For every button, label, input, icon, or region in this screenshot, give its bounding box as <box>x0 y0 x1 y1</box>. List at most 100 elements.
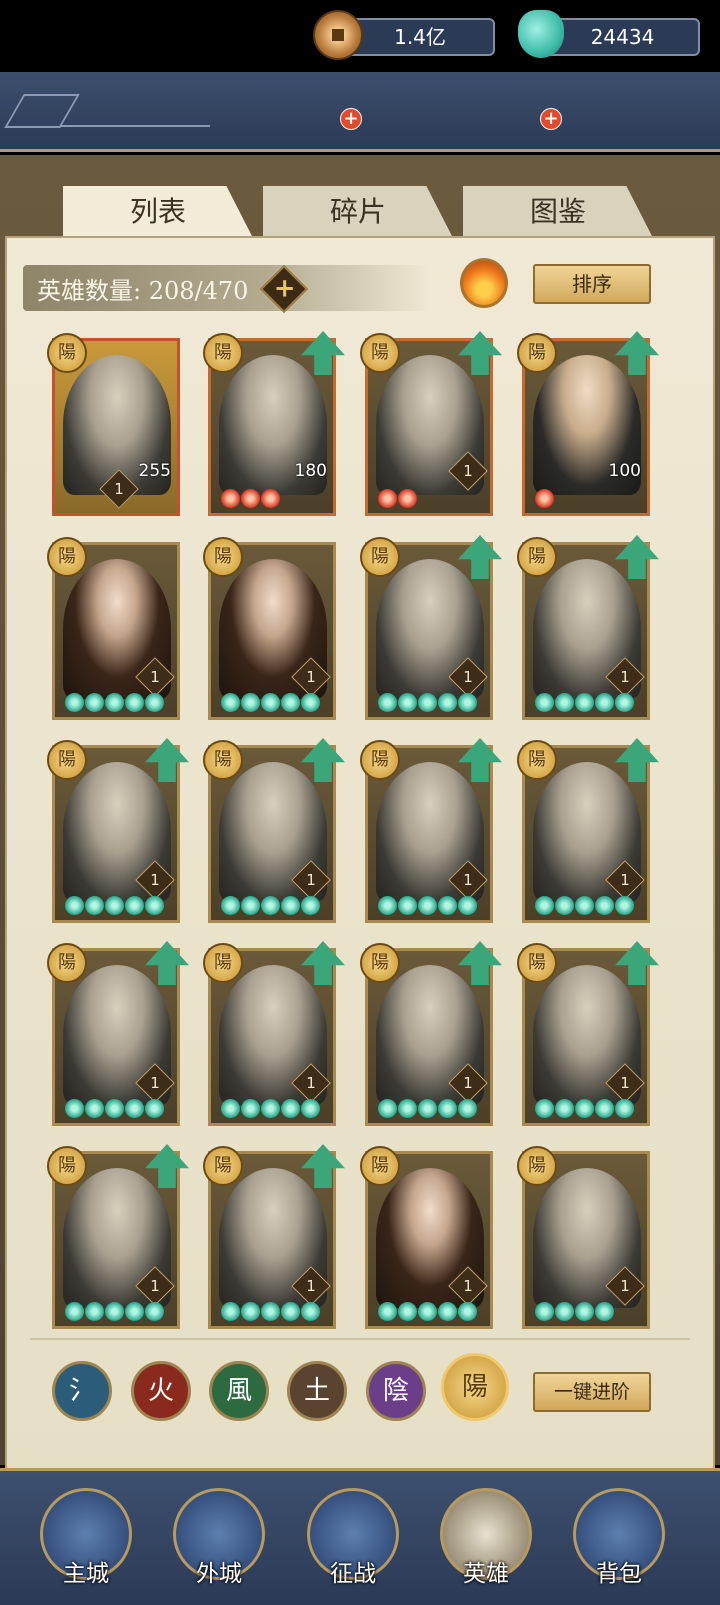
hero-level: 1 <box>620 1074 630 1092</box>
hero-level: 1 <box>620 1277 630 1295</box>
star-gem-icon <box>555 693 574 712</box>
star-gem-icon <box>125 896 144 915</box>
star-gem-icon <box>438 693 457 712</box>
jade-pouch-icon[interactable] <box>518 10 564 58</box>
hero-card[interactable]: 陽1 <box>203 941 345 1126</box>
star-gem-icon <box>378 896 397 915</box>
star-gem-icon <box>241 489 260 508</box>
hero-card[interactable]: 陽 100 <box>517 331 659 516</box>
star-gem-icon <box>241 896 260 915</box>
star-gem-icon <box>281 1302 300 1321</box>
coin-counter: 1.4亿 <box>345 18 495 56</box>
hero-card[interactable]: 陽1 <box>360 941 502 1126</box>
star-gem-icon <box>575 1099 594 1118</box>
hero-level: 1 <box>463 1074 473 1092</box>
star-gem-icon <box>261 489 280 508</box>
star-gem-icon <box>85 896 104 915</box>
hero-card[interactable]: 陽1 <box>203 738 345 923</box>
star-gem-icon <box>221 896 240 915</box>
hero-card[interactable]: 陽1 <box>47 941 189 1126</box>
corner-ornament <box>4 94 80 128</box>
star-gems <box>221 489 281 509</box>
hero-card[interactable]: 陽1 <box>517 535 659 720</box>
star-gem-icon <box>418 693 437 712</box>
hero-card[interactable]: 陽1 <box>47 537 180 720</box>
star-gems <box>378 1099 478 1119</box>
add-coins-button[interactable]: + <box>340 108 362 130</box>
jade-counter: 24434 <box>545 18 700 56</box>
star-gem-icon <box>105 693 124 712</box>
star-gem-icon <box>378 1302 397 1321</box>
hero-card[interactable]: 陽1 <box>47 738 189 923</box>
earth-element-filter[interactable]: 土 <box>287 1361 347 1421</box>
star-gem-icon <box>378 693 397 712</box>
yang-element-filter[interactable]: 陽 <box>441 1353 509 1421</box>
hero-card[interactable]: 陽1 <box>517 941 659 1126</box>
hero-card[interactable]: 陽 180 <box>203 331 345 516</box>
hero-card[interactable]: 陽1 <box>47 1144 189 1329</box>
hero-card[interactable]: 陽1 <box>517 738 659 923</box>
sort-button[interactable]: 排序 <box>533 264 651 304</box>
star-gem-icon <box>555 1099 574 1118</box>
add-jade-button[interactable]: + <box>540 108 562 130</box>
yang-element-badge: 陽 <box>47 537 87 577</box>
star-gem-icon <box>145 1099 164 1118</box>
hero-card[interactable]: 陽 255 1 <box>47 333 180 516</box>
nav-outer-city[interactable]: 外城 <box>173 1488 265 1588</box>
star-gem-icon <box>595 1099 614 1118</box>
hero-card[interactable]: 陽1 <box>203 537 336 720</box>
tab-list[interactable]: 列表 <box>63 186 253 238</box>
star-gem-icon <box>458 693 477 712</box>
star-gem-icon <box>241 1099 260 1118</box>
hero-level: 1 <box>620 871 630 889</box>
nav-label: 征战 <box>330 1561 376 1587</box>
hero-count-label: 英雄数量: 208/470 <box>37 277 249 305</box>
nav-backpack[interactable]: 背包 <box>573 1488 665 1588</box>
wind-element-filter[interactable]: 風 <box>209 1361 269 1421</box>
hero-level: 1 <box>306 1277 316 1295</box>
copper-coin-icon[interactable] <box>313 10 363 60</box>
nav-main-city[interactable]: 主城 <box>40 1488 132 1588</box>
yang-element-badge: 陽 <box>517 537 557 577</box>
star-gem-icon <box>261 896 280 915</box>
hero-card[interactable]: 陽1 <box>517 1146 650 1329</box>
fire-element-filter[interactable]: 火 <box>131 1361 191 1421</box>
hero-card[interactable]: 陽1 <box>360 535 502 720</box>
advance-all-button[interactable]: 一键进阶 <box>533 1372 651 1412</box>
shelf-divider <box>30 1338 690 1340</box>
star-gem-icon <box>65 1302 84 1321</box>
star-gems <box>65 896 165 916</box>
yang-element-badge: 陽 <box>47 740 87 780</box>
hero-card[interactable]: 陽1 <box>360 331 502 516</box>
star-gem-icon <box>221 489 240 508</box>
star-gems <box>378 489 418 509</box>
hero-level: 1 <box>463 1277 473 1295</box>
yang-element-badge: 陽 <box>203 1146 243 1186</box>
yang-element-badge: 陽 <box>203 537 243 577</box>
star-gem-icon <box>458 896 477 915</box>
hero-card[interactable]: 陽1 <box>203 1144 345 1329</box>
star-gem-icon <box>535 1302 554 1321</box>
tab-fragments[interactable]: 碎片 <box>263 186 453 238</box>
star-gem-icon <box>65 896 84 915</box>
nav-campaign[interactable]: 征战 <box>307 1488 399 1588</box>
yin-element-filter[interactable]: 陰 <box>366 1361 426 1421</box>
tab-codex[interactable]: 图鉴 <box>463 186 653 238</box>
nav-label: 外城 <box>196 1561 242 1587</box>
hero-level: 1 <box>306 668 316 686</box>
star-gem-icon <box>555 1302 574 1321</box>
hero-card[interactable]: 陽1 <box>360 1146 493 1329</box>
yang-element-badge: 陽 <box>517 740 557 780</box>
nav-label: 英雄 <box>463 1561 509 1587</box>
star-gem-icon <box>301 693 320 712</box>
water-element-filter[interactable]: 氵 <box>52 1361 112 1421</box>
hero-card[interactable]: 陽1 <box>360 738 502 923</box>
nav-label: 背包 <box>596 1561 642 1587</box>
yang-element-badge: 陽 <box>360 1146 400 1186</box>
star-gem-icon <box>241 693 260 712</box>
star-gem-icon <box>301 1099 320 1118</box>
fire-icon[interactable] <box>460 258 508 308</box>
star-gem-icon <box>535 489 554 508</box>
star-gem-icon <box>281 1099 300 1118</box>
nav-heroes[interactable]: 英雄 <box>440 1488 532 1588</box>
